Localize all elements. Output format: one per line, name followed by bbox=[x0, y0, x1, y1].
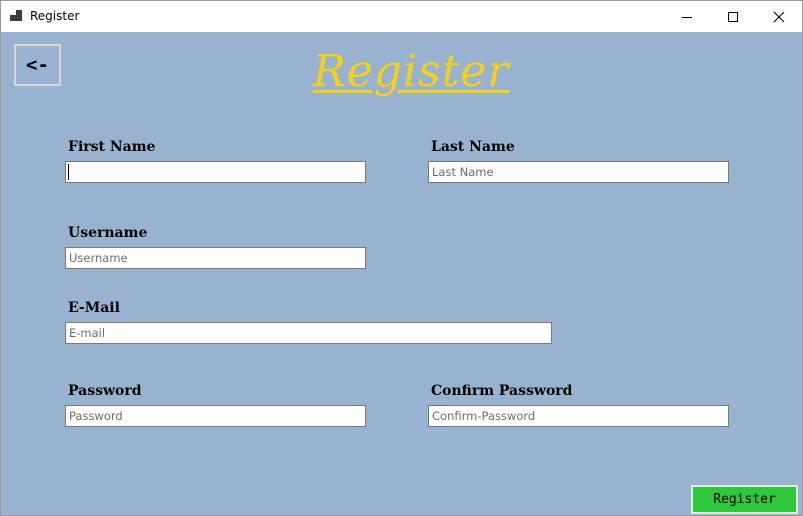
close-button[interactable] bbox=[756, 1, 802, 32]
text-caret bbox=[68, 164, 69, 180]
password-label: Password bbox=[68, 383, 142, 399]
username-label: Username bbox=[68, 225, 148, 241]
title-bar[interactable]: Register bbox=[1, 1, 802, 32]
email-label: E-Mail bbox=[68, 300, 120, 316]
register-window: Register <- Register First Name Last Nam… bbox=[0, 0, 803, 516]
window-title: Register bbox=[30, 9, 80, 23]
last-name-field[interactable] bbox=[428, 161, 729, 183]
first-name-field[interactable] bbox=[65, 161, 366, 183]
close-icon bbox=[773, 11, 785, 22]
last-name-label: Last Name bbox=[431, 139, 515, 155]
username-field[interactable] bbox=[65, 247, 366, 269]
minimize-icon bbox=[682, 16, 692, 18]
register-button[interactable]: Register bbox=[691, 485, 798, 514]
password-field[interactable] bbox=[65, 405, 366, 427]
first-name-label: First Name bbox=[68, 139, 156, 155]
confirm-password-label: Confirm Password bbox=[431, 383, 573, 399]
page-title: Register bbox=[312, 46, 510, 97]
maximize-icon bbox=[728, 11, 738, 22]
form-area: <- Register First Name Last Name Usernam… bbox=[1, 32, 802, 515]
app-icon bbox=[10, 10, 22, 21]
maximize-button[interactable] bbox=[710, 1, 756, 32]
minimize-button[interactable] bbox=[664, 1, 710, 32]
back-button[interactable]: <- bbox=[14, 44, 61, 86]
confirm-password-field[interactable] bbox=[428, 405, 729, 427]
email-field[interactable] bbox=[65, 322, 552, 344]
